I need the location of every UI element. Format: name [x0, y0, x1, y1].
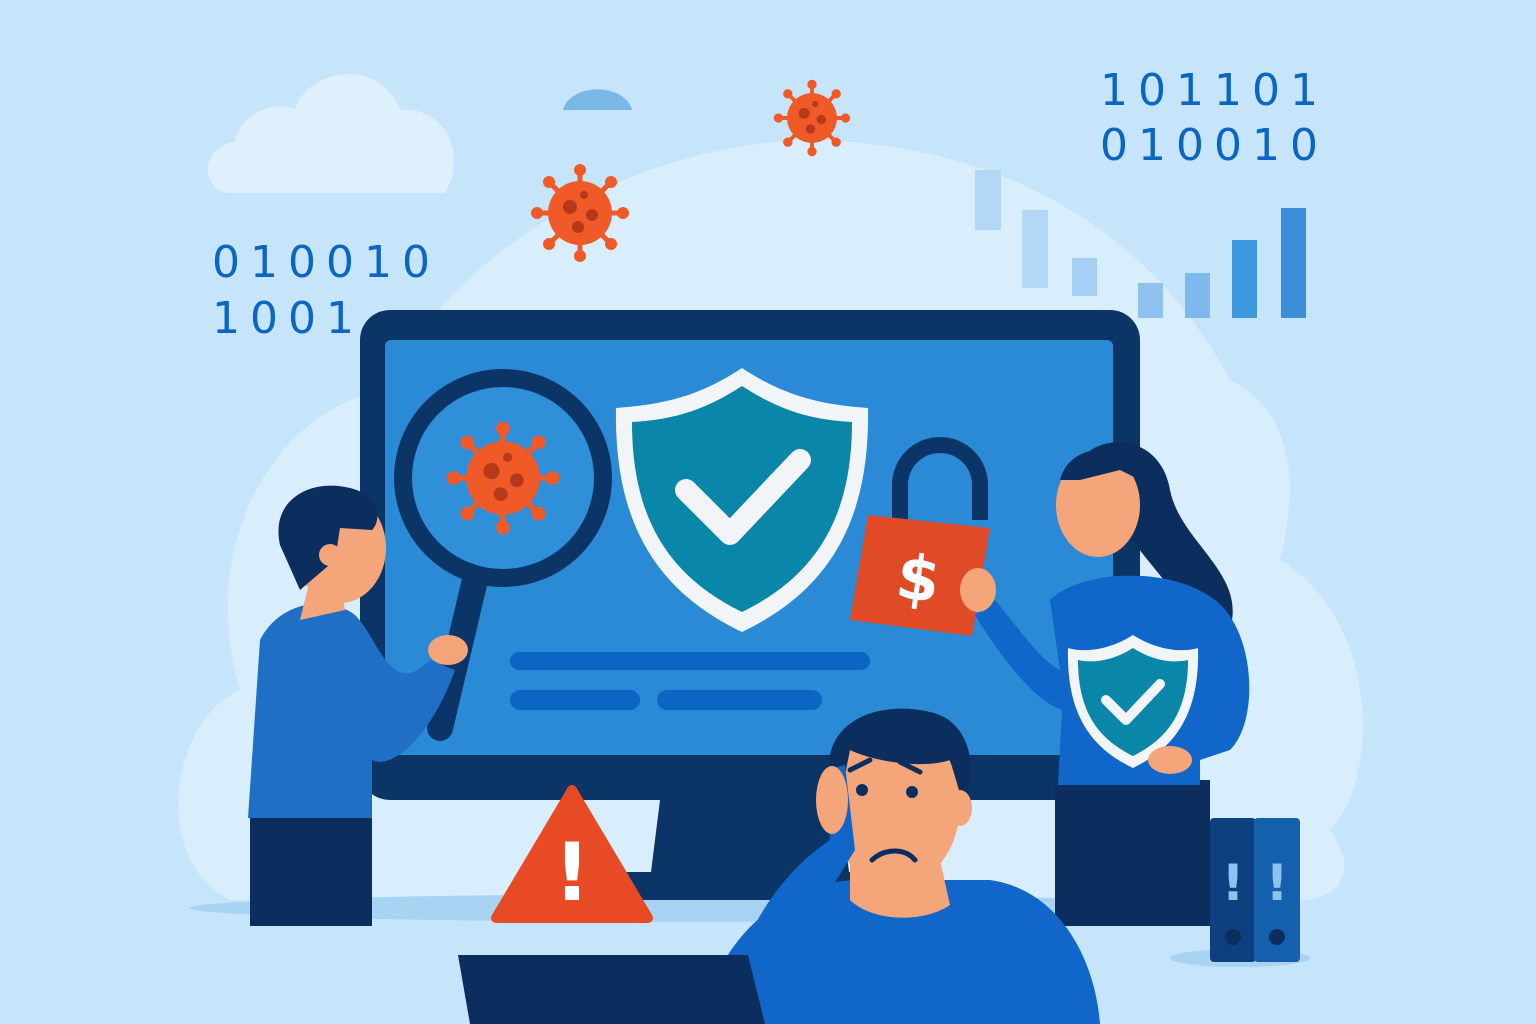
binary-text: 010010	[1100, 120, 1328, 171]
binder-icon: ! !	[1210, 818, 1300, 962]
binder-exclamation: !	[1266, 854, 1289, 912]
illustration-canvas: 101101 010010 010010 1001 $ ! ! !	[0, 0, 1536, 1024]
binary-text: 1001	[212, 293, 364, 344]
screen-text-line	[510, 652, 870, 670]
binary-text: 010010	[212, 237, 440, 288]
binder-exclamation: !	[1222, 854, 1245, 912]
screen-text-line	[510, 690, 640, 710]
screen-text-line	[657, 690, 822, 710]
warning-exclamation: !	[554, 826, 590, 919]
laptop	[458, 955, 765, 1024]
virus-icon	[531, 164, 629, 262]
virus-icon	[771, 77, 853, 159]
virus-icon	[447, 422, 560, 535]
binary-text: 101101	[1100, 65, 1328, 116]
cybersecurity-illustration: 101101 010010 010010 1001 $ ! ! !	[0, 0, 1536, 1024]
